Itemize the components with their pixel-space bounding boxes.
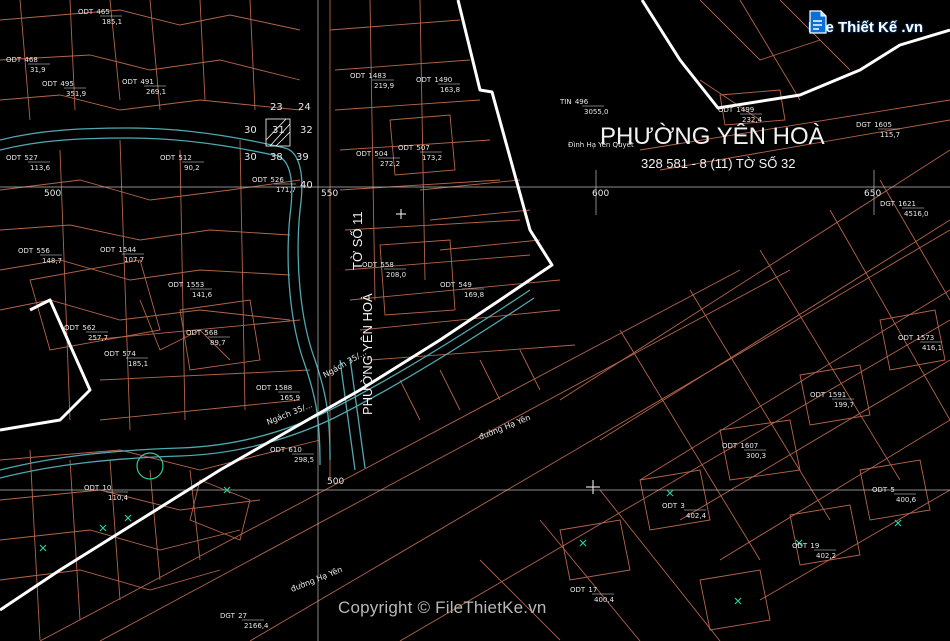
parcel-area: 416,1 [922, 344, 942, 352]
parcel-label: ODT 465 [78, 8, 110, 16]
parcel-label: ODT 1490 [416, 76, 452, 84]
parcel-area: 185,1 [128, 360, 148, 368]
crosshair-marks [396, 209, 600, 494]
parcel-label: ODT 507 [398, 144, 430, 152]
parcel-label: ODT 5 [872, 486, 895, 494]
parcel-area: 165,9 [280, 394, 300, 402]
parcel-area: 269,1 [146, 88, 166, 96]
parcel-area: 113,6 [30, 164, 51, 172]
block-number: 38 [270, 152, 283, 163]
parcel-area: 298,5 [294, 456, 314, 464]
parcel-area: 141,6 [192, 291, 213, 299]
parcel-label: ODT 1483 [350, 72, 386, 80]
parcel-label: ODT 10 [84, 484, 111, 492]
parcel-area: 232,4 [742, 116, 763, 124]
parcel-label: ODT 527 [6, 154, 38, 162]
parcel-area: 219,9 [374, 82, 394, 90]
parcel-area: 31,9 [30, 66, 46, 74]
parcel-area: 400,6 [896, 496, 917, 504]
block-number: 24 [298, 102, 311, 113]
parcel-area: 272,2 [380, 160, 400, 168]
parcel-area: 163,8 [440, 86, 460, 94]
grid-number: 650 [864, 189, 881, 199]
parcel-area: 402,2 [816, 552, 836, 560]
parcel-label: ODT 17 [570, 586, 597, 594]
parcel-area: 107,7 [124, 256, 144, 264]
grid-number: 500 [44, 189, 61, 199]
parcel-label: ODT 562 [64, 324, 96, 332]
parcel-label: ODT 1544 [100, 246, 137, 254]
parcel-label: ODT 1573 [898, 334, 934, 342]
parcel-area: 173,2 [422, 154, 442, 162]
parcel-area: 4516,0 [904, 210, 929, 218]
parcel-label: ODT 1607 [722, 442, 758, 450]
parcel-area: 300,3 [746, 452, 766, 460]
parcel-label: ODT 512 [160, 154, 192, 162]
parcel-area: 185,1 [102, 18, 122, 26]
parcel-area: 115,7 [880, 131, 900, 139]
parcel-label: ODT 610 [270, 446, 302, 454]
parcel-label: DGT 1621 [880, 200, 916, 208]
parcel-label: DGT 27 [220, 612, 247, 620]
parcel-area: 89,7 [210, 339, 226, 347]
block-number: 32 [300, 125, 313, 136]
alley-label-1: Ngách 35/... [265, 400, 313, 427]
parcel-label: ODT 3 [662, 502, 685, 510]
parcel-area: 400,4 [594, 596, 615, 604]
block-number: 31 [272, 125, 285, 136]
map-canvas[interactable]: PHƯỜNG YÊN HOÀ 328 581 - 8 (11) TỜ SỐ 32… [0, 0, 950, 641]
parcel-area: 402,4 [686, 512, 707, 520]
parcel-label: ODT 549 [440, 281, 472, 289]
copyright-watermark: Copyright © FileThietKe.vn [338, 598, 547, 617]
block-number: 40 [300, 180, 313, 191]
parcel-label: ODT 574 [104, 350, 136, 358]
parcel-label: ODT 1588 [256, 384, 292, 392]
parcel-label: ODT 504 [356, 150, 388, 158]
ward-boundary [0, 0, 950, 612]
parcel-label: ODT 468 [6, 56, 38, 64]
parcel-label: ODT 1499 [718, 106, 754, 114]
parcel-area: 90,2 [184, 164, 200, 172]
street-label-1: đường Hạ Yên [477, 412, 532, 443]
grid-number: 500 [327, 477, 344, 487]
block-number: 30 [244, 152, 257, 163]
parcel-area: 351,9 [66, 90, 86, 98]
parcel-label: ODT 1591 [810, 391, 846, 399]
parcel-area: 110,4 [108, 494, 129, 502]
parcel-label: ODT 491 [122, 78, 154, 86]
sheet-label: 328 581 - 8 (11) TỜ SỐ 32 [641, 156, 795, 171]
parcel-label: ODT 19 [792, 542, 819, 550]
file-icon [809, 10, 827, 34]
parcel-label: TIN 496 [559, 98, 589, 106]
parcel-label: ODT 568 [186, 329, 218, 337]
parcel-area: 171,7 [276, 186, 296, 194]
grid-number: 600 [592, 189, 609, 199]
parcel-area: 257,7 [88, 334, 108, 342]
parcel-area: 199,7 [834, 401, 854, 409]
block-number: 23 [270, 102, 283, 113]
block-number: 30 [244, 125, 257, 136]
parcel-label: ODT 558 [362, 261, 394, 269]
cadastral-map[interactable]: PHƯỜNG YÊN HOÀ 328 581 - 8 (11) TỜ SỐ 32… [0, 0, 950, 641]
parcel-label: ODT 1553 [168, 281, 204, 289]
parcel-label: ODT 526 [252, 176, 284, 184]
parcel-label: ODT 556 [18, 247, 50, 255]
filethietke-logo: File Thiết Kế .vn [808, 10, 934, 44]
parcel-area: 169,8 [464, 291, 484, 299]
parcel-area: 3055,0 [584, 108, 609, 116]
parcel-label: DGT 1605 [856, 121, 892, 129]
grid-number: 550 [321, 189, 338, 199]
parcel-label: ODT 495 [42, 80, 74, 88]
parcel-area: 208,0 [386, 271, 406, 279]
parcel-area: 2166,4 [244, 622, 269, 630]
block-number: 39 [296, 152, 309, 163]
temple-label: Đình Hạ Yên Quyết [568, 141, 634, 149]
parcel-area: 148,7 [42, 257, 62, 265]
